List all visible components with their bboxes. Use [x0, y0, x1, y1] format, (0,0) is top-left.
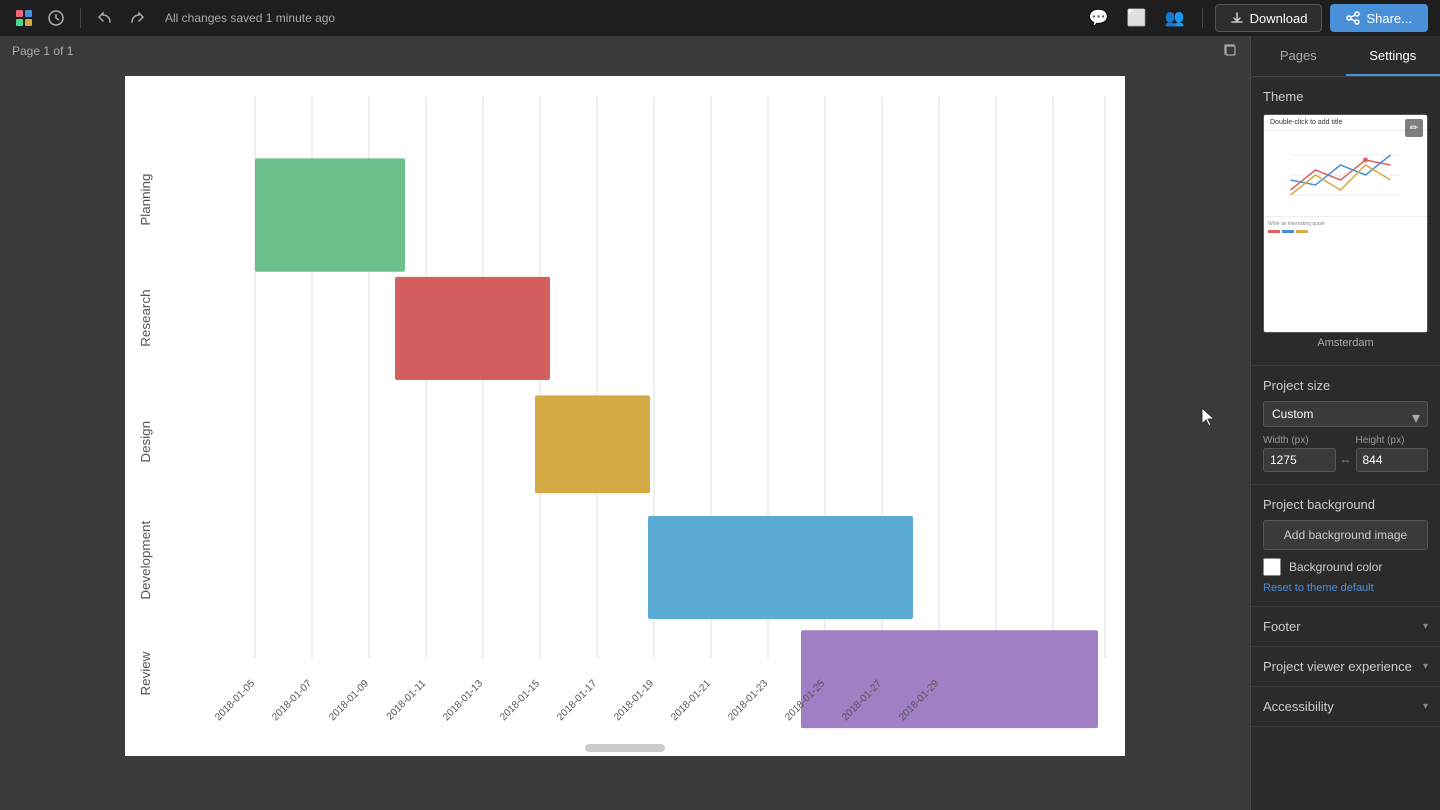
svg-text:Research: Research	[138, 289, 153, 346]
footer-header[interactable]: Footer ▾	[1251, 607, 1440, 646]
svg-text:Review: Review	[138, 651, 153, 695]
svg-text:2018-01-11: 2018-01-11	[385, 678, 429, 723]
main-area: Page 1 of 1	[0, 36, 1440, 810]
topbar-actions: 💬 ⬜ 👥 Download Share...	[1084, 3, 1428, 33]
accessibility-section: Accessibility ▾	[1251, 687, 1440, 727]
canvas-area: Page 1 of 1	[0, 36, 1250, 810]
size-inputs: Width (px) ⇔ Height (px)	[1263, 435, 1428, 472]
theme-preview-title: Double-click to add title	[1264, 115, 1427, 131]
share-button[interactable]: Share...	[1330, 4, 1428, 32]
footer-arrow-icon: ▾	[1423, 621, 1428, 632]
scrollbar-indicator[interactable]	[585, 744, 665, 752]
theme-preview-chart	[1264, 131, 1427, 214]
reset-theme-default-link[interactable]: Reset to theme default	[1263, 582, 1428, 594]
topbar: All changes saved 1 minute ago 💬 ⬜ 👥 Dow…	[0, 0, 1440, 36]
divider	[80, 8, 81, 28]
history-icon[interactable]	[44, 6, 68, 30]
svg-text:Design: Design	[138, 421, 153, 463]
svg-text:Planning: Planning	[138, 174, 153, 226]
duplicate-icon[interactable]	[1222, 42, 1238, 61]
bg-color-swatch[interactable]	[1263, 558, 1281, 576]
svg-text:2018-01-09: 2018-01-09	[327, 678, 371, 723]
theme-name: Amsterdam	[1263, 333, 1428, 353]
right-sidebar: Pages Settings Theme Double-click to add…	[1250, 36, 1440, 810]
divider2	[1202, 8, 1203, 28]
accessibility-header[interactable]: Accessibility ▾	[1251, 687, 1440, 726]
footer-title: Footer	[1263, 619, 1301, 634]
svg-text:2018-01-19: 2018-01-19	[612, 678, 656, 723]
svg-text:2018-01-23: 2018-01-23	[726, 678, 770, 723]
add-bg-image-button[interactable]: Add background image	[1263, 520, 1428, 550]
project-bg-title: Project background	[1263, 497, 1428, 512]
theme-preview[interactable]: Double-click to add title	[1263, 114, 1428, 333]
svg-text:2018-01-21: 2018-01-21	[669, 678, 713, 723]
canvas-page: Planning Research Design Development Rev…	[125, 76, 1125, 756]
theme-section: Theme Double-click to add title	[1251, 77, 1440, 366]
height-label: Height (px)	[1356, 435, 1429, 446]
svg-text:Development: Development	[138, 520, 153, 599]
svg-text:2018-01-13: 2018-01-13	[441, 678, 485, 723]
project-size-select[interactable]: Custom	[1263, 401, 1428, 427]
project-size-section: Project size Custom ▾ Width (px) ⇔ Heigh…	[1251, 366, 1440, 485]
tab-pages[interactable]: Pages	[1251, 36, 1346, 76]
canvas-toolbar: Page 1 of 1	[0, 36, 1250, 66]
width-input-group: Width (px)	[1263, 435, 1336, 472]
theme-edit-button[interactable]: ✏	[1405, 119, 1423, 137]
svg-text:2018-01-05: 2018-01-05	[213, 678, 257, 723]
sidebar-tabs: Pages Settings	[1251, 36, 1440, 77]
chat-icon[interactable]: ⬜	[1122, 3, 1152, 33]
accessibility-arrow-icon: ▾	[1423, 701, 1428, 712]
page-label: Page 1 of 1	[12, 44, 73, 58]
download-button[interactable]: Download	[1215, 4, 1323, 32]
svg-text:2018-01-07: 2018-01-07	[270, 678, 314, 723]
gantt-chart: Planning Research Design Development Rev…	[125, 76, 1125, 756]
accessibility-title: Accessibility	[1263, 699, 1334, 714]
share-icon	[1346, 11, 1360, 25]
project-viewer-title: Project viewer experience	[1263, 659, 1412, 674]
logo-icon[interactable]	[12, 6, 36, 30]
height-input-group: Height (px)	[1356, 435, 1429, 472]
undo-icon[interactable]	[93, 6, 117, 30]
width-input[interactable]	[1263, 448, 1336, 472]
project-size-title: Project size	[1263, 378, 1428, 393]
redo-icon[interactable]	[125, 6, 149, 30]
project-viewer-section: Project viewer experience ▾	[1251, 647, 1440, 687]
tab-settings[interactable]: Settings	[1346, 36, 1440, 76]
svg-text:2018-01-15: 2018-01-15	[498, 678, 542, 723]
project-bg-section: Project background Add background image …	[1251, 485, 1440, 607]
download-icon	[1230, 11, 1244, 25]
project-viewer-arrow-icon: ▾	[1423, 661, 1428, 672]
svg-text:2018-01-17: 2018-01-17	[555, 678, 599, 723]
width-label: Width (px)	[1263, 435, 1336, 446]
comment-icon[interactable]: 💬	[1084, 3, 1114, 33]
footer-section: Footer ▾	[1251, 607, 1440, 647]
share-users-icon[interactable]: 👥	[1160, 3, 1190, 33]
link-dimensions-icon[interactable]: ⇔	[1340, 453, 1352, 467]
bg-color-label: Background color	[1289, 560, 1382, 574]
height-input[interactable]	[1356, 448, 1429, 472]
theme-preview-text: Write an interesting quote	[1264, 216, 1427, 237]
project-viewer-header[interactable]: Project viewer experience ▾	[1251, 647, 1440, 686]
bg-color-row: Background color	[1263, 558, 1428, 576]
autosave-status: All changes saved 1 minute ago	[165, 11, 1076, 25]
theme-section-title: Theme	[1263, 89, 1428, 104]
theme-preview-inner: Double-click to add title	[1264, 115, 1427, 332]
canvas-scroll[interactable]: Planning Research Design Development Rev…	[0, 66, 1250, 810]
